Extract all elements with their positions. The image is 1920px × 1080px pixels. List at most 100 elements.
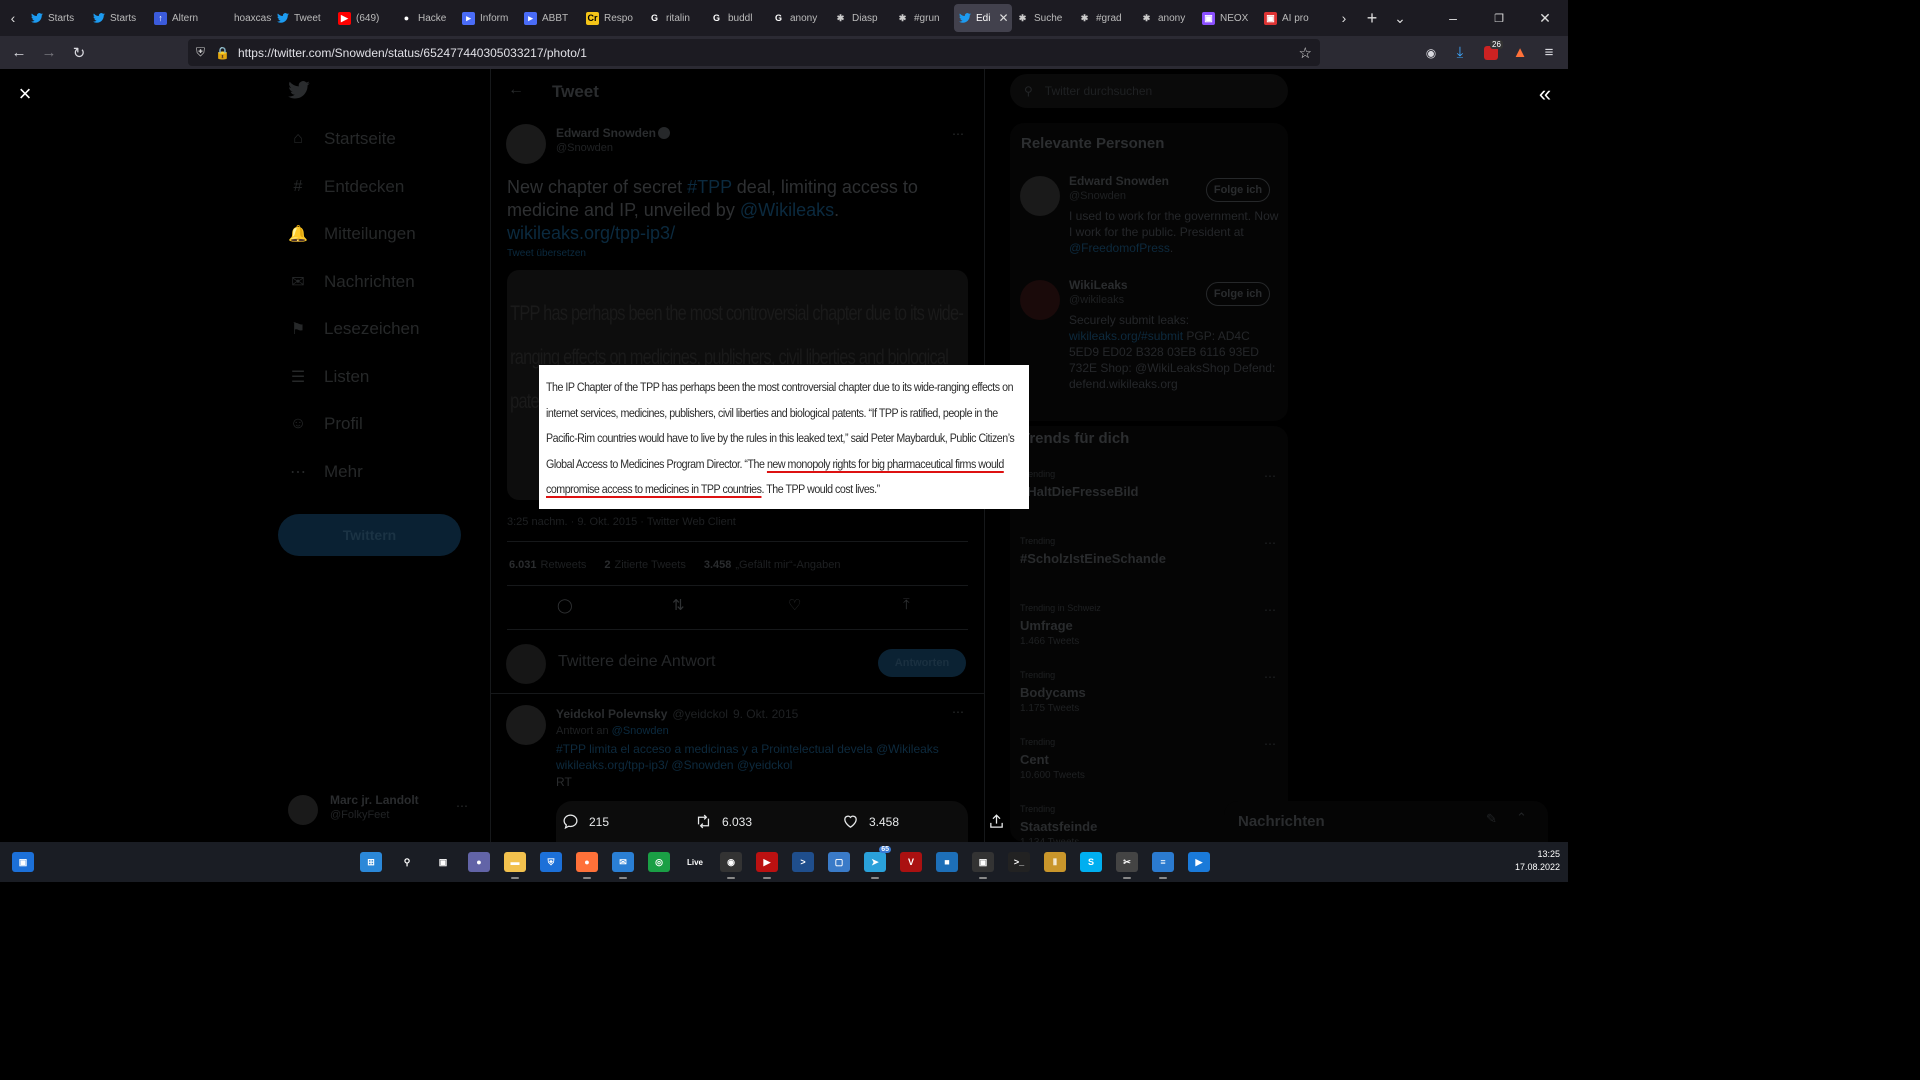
- browser-tab[interactable]: ▸ ABBT: [520, 0, 582, 36]
- quote-label[interactable]: Zitierte Tweets: [615, 559, 686, 571]
- trend-more-icon[interactable]: ⋯: [1264, 536, 1276, 550]
- browser-tab[interactable]: Starts: [88, 0, 150, 36]
- browser-tab[interactable]: Gritalin: [644, 0, 706, 36]
- browser-tab[interactable]: Gbuddl: [706, 0, 768, 36]
- mention-link[interactable]: @Wikileaks: [740, 200, 834, 220]
- widgets-icon[interactable]: ▣: [12, 852, 34, 872]
- extension-icon[interactable]: ▲: [1507, 36, 1533, 69]
- trend-item[interactable]: Trending #ScholzIstEineSchande ⋯: [1020, 536, 1282, 592]
- follow-button[interactable]: Folge ich: [1206, 178, 1270, 202]
- shield-icon[interactable]: ⛨: [196, 45, 205, 60]
- back-arrow-icon[interactable]: ←: [508, 81, 524, 99]
- sidebar-item-home[interactable]: ⌂ Startseite: [288, 129, 396, 149]
- tab-list-button[interactable]: ⌄: [1386, 0, 1414, 36]
- chrome-icon[interactable]: ◎: [648, 852, 670, 872]
- bookmark-star-icon[interactable]: ☆: [1299, 44, 1312, 62]
- search-icon[interactable]: ⚲: [396, 852, 418, 872]
- replying-to-handle[interactable]: @Snowden: [612, 725, 669, 737]
- start-icon[interactable]: ⊞: [360, 852, 382, 872]
- share-action[interactable]: [988, 801, 1005, 842]
- close-photo-button[interactable]: ×: [12, 81, 38, 107]
- person-name[interactable]: WikiLeaks: [1069, 278, 1128, 292]
- powershell-icon[interactable]: >: [792, 852, 814, 872]
- close-tab-icon[interactable]: ✕: [998, 11, 1008, 25]
- thunderbird-icon[interactable]: ✉: [612, 852, 634, 879]
- chevron-up-icon[interactable]: ⌃: [1516, 810, 1527, 826]
- trend-more-icon[interactable]: ⋯: [1264, 603, 1276, 617]
- voicemeeter-icon[interactable]: V: [900, 852, 922, 872]
- telegram-icon[interactable]: ➤ 65: [864, 846, 891, 879]
- browser-tab[interactable]: ↑ Altern: [150, 0, 212, 36]
- skype-icon[interactable]: S: [1080, 852, 1102, 872]
- bio-link[interactable]: wikileaks.org/#submit: [1069, 329, 1183, 343]
- browser-tab[interactable]: ✱ Diasp: [830, 0, 892, 36]
- account-switcher[interactable]: Marc jr. Landolt @FolkyFeet ⋯: [288, 791, 478, 827]
- author-handle[interactable]: @Snowden: [556, 142, 613, 154]
- retweet-label[interactable]: Retweets: [541, 559, 587, 571]
- person-handle[interactable]: @wikileaks: [1069, 294, 1124, 306]
- active-app-icon[interactable]: ▣: [972, 852, 994, 879]
- browser-tab[interactable]: ● Hacke: [396, 0, 458, 36]
- library-icon[interactable]: Ⅱ: [1044, 852, 1066, 872]
- collapse-panel-button[interactable]: «: [1532, 81, 1558, 107]
- pocket-icon[interactable]: ◉: [1418, 36, 1444, 69]
- browser-tab[interactable]: Tweet: [272, 0, 334, 36]
- browser-tab[interactable]: ▶ (649): [334, 0, 396, 36]
- reply-action[interactable]: 215: [562, 801, 609, 842]
- quote-count[interactable]: 2: [604, 559, 610, 571]
- task-view-icon[interactable]: ▣: [432, 852, 454, 872]
- browser-tab[interactable]: ✱ #grad: [1074, 0, 1136, 36]
- tweet-compose-button[interactable]: Twittern: [278, 514, 461, 556]
- back-button[interactable]: ←: [6, 36, 32, 69]
- like-count[interactable]: 3.458: [704, 559, 732, 571]
- new-tab-button[interactable]: +: [1358, 0, 1386, 36]
- trend-item[interactable]: Trending #HaltDieFresseBild ⋯: [1020, 469, 1282, 525]
- trend-item[interactable]: Trending Bodycams 1.175 Tweets ⋯: [1020, 670, 1282, 726]
- browser-tab[interactable]: ✱ anony: [1136, 0, 1198, 36]
- reply-more-icon[interactable]: ⋯: [952, 705, 964, 719]
- retweet-action[interactable]: 6.033: [695, 801, 752, 842]
- lock-icon[interactable]: 🔒: [215, 46, 230, 60]
- browser-tab[interactable]: ▣ AI pro: [1260, 0, 1322, 36]
- sidebar-item-list[interactable]: ☰ Listen: [288, 367, 370, 387]
- bio-link[interactable]: @FreedomofPress: [1069, 241, 1170, 255]
- obs-icon[interactable]: ◉: [720, 852, 742, 879]
- follow-button[interactable]: Folge ich: [1206, 282, 1270, 306]
- messages-drawer[interactable]: Nachrichten ✎ ⌃: [1224, 801, 1548, 842]
- sidebar-item-more[interactable]: ⋯ Mehr: [288, 462, 363, 482]
- trend-more-icon[interactable]: ⋯: [1264, 670, 1276, 684]
- reply-author-handle[interactable]: @yeidckol: [672, 707, 728, 721]
- video-editor-icon[interactable]: ▶: [756, 852, 778, 879]
- browser-tab[interactable]: hoaxcast0: [212, 0, 272, 36]
- media-icon[interactable]: ▶: [1188, 852, 1210, 872]
- reply-author-avatar[interactable]: [506, 705, 546, 745]
- image-viewer-icon[interactable]: ▢: [828, 852, 850, 872]
- person-name[interactable]: Edward Snowden: [1069, 174, 1169, 188]
- restore-button[interactable]: ❐: [1476, 0, 1522, 36]
- sidebar-item-user[interactable]: ☺ Profil: [288, 414, 363, 434]
- twitter-logo-icon[interactable]: [288, 81, 312, 101]
- search-input[interactable]: ⚲ Twitter durchsuchen: [1010, 74, 1288, 108]
- sidebar-item-mail[interactable]: ✉ Nachrichten: [288, 272, 414, 292]
- retweet-count[interactable]: 6.031: [509, 559, 537, 571]
- trend-item[interactable]: Trending in Schweiz Umfrage 1.466 Tweets ⋯: [1020, 603, 1282, 659]
- extension-badge-icon[interactable]: 26: [1478, 36, 1504, 69]
- terminal-icon[interactable]: >_: [1008, 852, 1030, 872]
- minimize-button[interactable]: –: [1430, 0, 1476, 36]
- tweet-more-icon[interactable]: ⋯: [952, 127, 964, 141]
- sidebar-item-bookmark[interactable]: ⚑ Lesezeichen: [288, 319, 420, 339]
- live-icon[interactable]: Live: [684, 852, 706, 872]
- browser-tab[interactable]: Edi ✕: [954, 4, 1012, 32]
- reload-button[interactable]: ↻: [66, 36, 92, 69]
- clock[interactable]: 13:25 17.08.2022: [1500, 848, 1560, 874]
- browser-tab[interactable]: Starts: [26, 0, 88, 36]
- browser-tab[interactable]: ✱ #grun: [892, 0, 954, 36]
- ghost-share-icon[interactable]: ⤒: [903, 596, 910, 613]
- firefox-icon[interactable]: ●: [576, 852, 598, 879]
- url-bar[interactable]: ⛨ 🔒 https://twitter.com/Snowden/status/6…: [188, 39, 1320, 66]
- new-message-icon[interactable]: ✎: [1486, 811, 1497, 827]
- reply-input[interactable]: Twittere deine Antwort: [558, 653, 715, 671]
- avatar[interactable]: [1020, 176, 1060, 216]
- forward-button[interactable]: →: [36, 36, 62, 69]
- teams-icon[interactable]: ●: [468, 852, 490, 872]
